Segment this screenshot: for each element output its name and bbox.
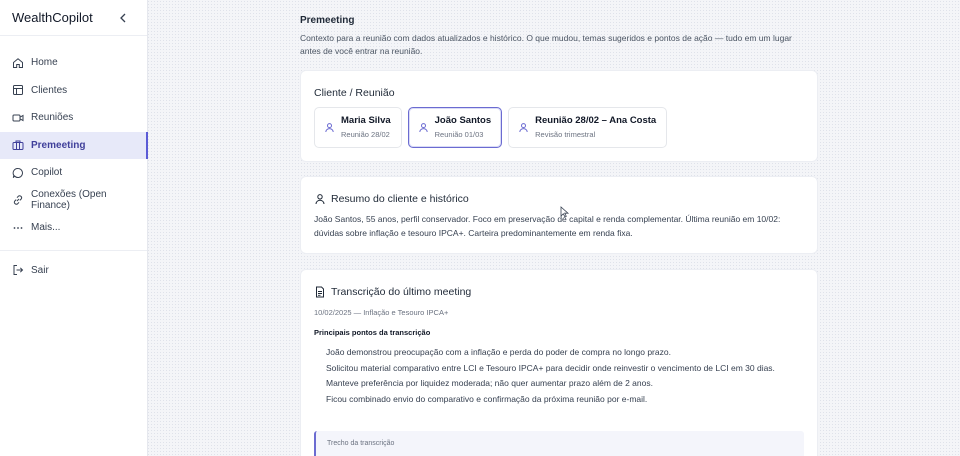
sidebar-item-label: Mais... bbox=[31, 222, 61, 234]
chat-icon bbox=[12, 167, 24, 179]
sidebar-item-mais[interactable]: Mais... bbox=[0, 214, 147, 242]
sidebar-item-clientes[interactable]: Clientes bbox=[0, 77, 147, 105]
sidebar-item-label: Clientes bbox=[31, 84, 68, 96]
link-icon bbox=[12, 194, 24, 206]
summary-title: Resumo do cliente e histórico bbox=[331, 193, 469, 205]
sidebar-item-label: Copilot bbox=[31, 167, 63, 179]
page-title: Premeeting bbox=[300, 15, 355, 26]
card-title: Cliente / Reunião bbox=[314, 87, 395, 99]
points-heading: Principais pontos da transcrição bbox=[314, 328, 431, 337]
logout-icon bbox=[12, 264, 24, 276]
sidebar-item-premeeting[interactable]: Premeeting bbox=[0, 131, 148, 159]
sidebar-item-copilot[interactable]: Copilot bbox=[0, 159, 147, 187]
client-meeting-date: Reunião 01/03 bbox=[434, 130, 484, 139]
page-description: Contexto para a reunião com dados atuali… bbox=[300, 33, 792, 56]
card-title: Transcrição do último meeting bbox=[314, 286, 471, 298]
home-icon bbox=[12, 57, 24, 69]
client-meeting-date: Revisão trimestral bbox=[535, 130, 596, 139]
list-item: Ficou combinado envio do comparativo e c… bbox=[326, 393, 648, 404]
sidebar-item-home[interactable]: Home bbox=[0, 49, 147, 77]
sidebar: WealthCopilot Home Clientes Reuniões Pre… bbox=[0, 0, 148, 456]
client-select-card: Cliente / Reunião Maria Silva Reunião 28… bbox=[300, 70, 818, 162]
sidebar-item-label: Home bbox=[31, 57, 58, 69]
transcript-excerpt: Trecho da transcrição bbox=[314, 431, 804, 456]
brand-row: WealthCopilot bbox=[0, 0, 147, 36]
client-name: Maria Silva bbox=[341, 115, 391, 126]
transcript-points: João demonstrou preocupação com a inflaç… bbox=[326, 345, 796, 407]
sidebar-item-label: Premeeting bbox=[31, 139, 86, 151]
sidebar-nav: Home Clientes Reuniões Premeeting Copilo… bbox=[0, 36, 148, 285]
client-name: Reunião 28/02 – Ana Costa bbox=[535, 115, 657, 126]
sidebar-item-label: Sair bbox=[31, 264, 49, 276]
client-section-title: Cliente / Reunião bbox=[314, 87, 395, 99]
transcript-card: Transcrição do último meeting 10/02/2025… bbox=[300, 269, 818, 456]
sidebar-divider bbox=[0, 249, 147, 251]
briefcase-icon bbox=[12, 139, 24, 151]
transcript-meta: 10/02/2025 — Inflação e Tesouro IPCA+ bbox=[314, 308, 449, 317]
client-chip-ana-costa[interactable]: Reunião 28/02 – Ana Costa Revisão trimes… bbox=[508, 107, 668, 148]
user-icon bbox=[418, 122, 429, 133]
client-meeting-date: Reunião 28/02 bbox=[341, 130, 390, 139]
table-icon bbox=[12, 84, 24, 96]
more-icon bbox=[12, 222, 24, 234]
user-icon bbox=[518, 122, 529, 133]
list-item: Manteve preferência por liquidez moderad… bbox=[326, 378, 653, 388]
mouse-cursor-icon bbox=[560, 206, 570, 218]
excerpt-label: Trecho da transcrição bbox=[327, 440, 395, 447]
client-chip-maria-silva[interactable]: Maria Silva Reunião 28/02 bbox=[314, 107, 402, 148]
sidebar-item-label: Reuniões bbox=[31, 112, 74, 124]
document-icon bbox=[314, 286, 326, 298]
client-name: João Santos bbox=[434, 115, 492, 126]
list-item: João demonstrou preocupação com a inflaç… bbox=[326, 347, 671, 357]
client-chip-joao-santos[interactable]: João Santos Reunião 01/03 bbox=[407, 107, 503, 148]
transcript-title: Transcrição do último meeting bbox=[331, 286, 472, 298]
client-list: Maria Silva Reunião 28/02 João Santos Re… bbox=[314, 107, 673, 148]
app-brand: WealthCopilot bbox=[12, 10, 93, 25]
card-title: Resumo do cliente e histórico bbox=[314, 193, 469, 205]
user-icon bbox=[324, 122, 335, 133]
sidebar-item-conexoes[interactable]: Conexões (Open Finance) bbox=[0, 187, 147, 215]
sidebar-item-reunioes[interactable]: Reuniões bbox=[0, 104, 147, 132]
sidebar-item-sair[interactable]: Sair bbox=[0, 257, 147, 285]
user-icon bbox=[314, 193, 326, 205]
chevron-left-icon[interactable] bbox=[117, 12, 129, 24]
video-icon bbox=[12, 112, 24, 124]
list-item: Solicitou material comparativo entre LCI… bbox=[326, 362, 775, 373]
sidebar-item-label: Conexões (Open Finance) bbox=[31, 189, 107, 212]
client-summary-card: Resumo do cliente e histórico João Santo… bbox=[300, 176, 818, 254]
